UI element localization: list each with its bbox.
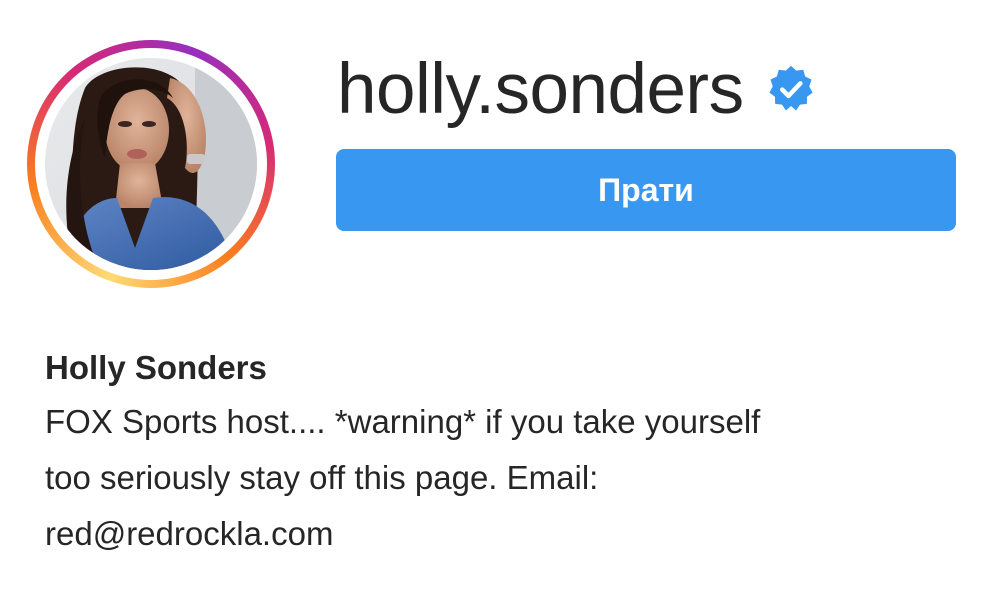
bio-email-link[interactable]: red@redrockla.com — [45, 506, 975, 562]
avatar-image — [45, 58, 257, 270]
avatar[interactable] — [45, 58, 257, 270]
follow-button-label: Прати — [598, 171, 694, 208]
story-ring[interactable] — [27, 40, 275, 288]
full-name: Holly Sonders — [45, 349, 267, 386]
verified-badge-icon — [766, 64, 816, 114]
profile-bio: Holly Sonders FOX Sports host.... *warni… — [45, 342, 975, 562]
avatar-frame — [35, 48, 267, 280]
bio-line: FOX Sports host.... *warning* if you tak… — [45, 403, 761, 440]
username: holly.sonders — [337, 49, 744, 129]
follow-button[interactable]: Прати — [336, 149, 956, 231]
bio-line: too seriously stay off this page. Email: — [45, 459, 599, 496]
username-row: holly.sonders — [337, 44, 816, 134]
